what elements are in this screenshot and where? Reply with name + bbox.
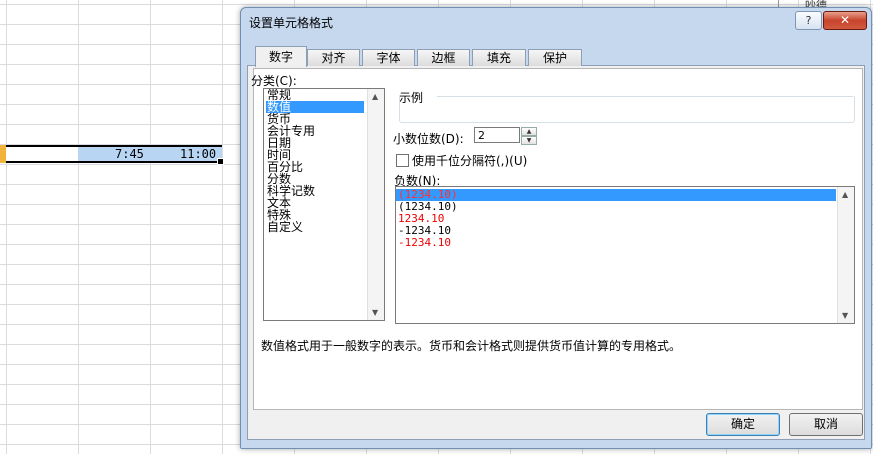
negative-option[interactable]: -1234.10 — [396, 225, 836, 237]
negative-option[interactable]: (1234.10) — [396, 201, 836, 213]
sample-box — [399, 96, 855, 123]
negative-option[interactable]: -1234.10 — [396, 237, 836, 249]
dialog-titlebar[interactable]: 设置单元格格式 ? ✕ — [241, 8, 871, 36]
scroll-up-icon[interactable]: ▲ — [372, 92, 378, 101]
category-scrollbar[interactable]: ▲ ▼ — [367, 89, 384, 320]
scroll-down-icon[interactable]: ▼ — [372, 308, 378, 317]
category-list[interactable]: 常规 数值 货币 会计专用 日期 时间 百分比 分数 科学记数 文本 特殊 自定… — [263, 88, 385, 321]
scroll-down-icon[interactable]: ▼ — [842, 311, 848, 320]
format-description: 数值格式用于一般数字的表示。货币和会计格式则提供货币值计算的专用格式。 — [261, 339, 682, 353]
cell-value-2[interactable]: 11:00 — [180, 147, 216, 161]
dialog-title: 设置单元格格式 — [249, 16, 334, 30]
decimal-places-label: 小数位数(D): — [393, 132, 464, 146]
category-item[interactable]: 自定义 — [266, 221, 364, 233]
selected-row[interactable]: 7:45 11:00 — [0, 145, 224, 165]
fill-handle[interactable] — [217, 158, 224, 165]
tab-border[interactable]: 边框 — [417, 49, 470, 66]
sample-divider — [437, 96, 853, 97]
tab-alignment[interactable]: 对齐 — [307, 49, 360, 66]
tab-fill[interactable]: 填充 — [472, 49, 526, 66]
decimal-places-input[interactable]: 2 — [474, 127, 520, 143]
cancel-button[interactable]: 取消 — [789, 413, 863, 436]
ok-button[interactable]: 确定 — [706, 413, 780, 436]
spin-up-icon[interactable]: ▲ — [521, 127, 537, 136]
thousands-separator-label[interactable]: 使用千位分隔符(,)(U) — [412, 152, 527, 169]
help-button[interactable]: ? — [795, 11, 822, 30]
tab-protection[interactable]: 保护 — [528, 49, 582, 66]
scroll-up-icon[interactable]: ▲ — [842, 190, 848, 199]
tab-font[interactable]: 字体 — [362, 49, 415, 66]
row-indicator — [0, 145, 6, 163]
negative-option[interactable]: 1234.10 — [396, 213, 836, 225]
negative-option-selected[interactable]: (1234.10) — [396, 189, 836, 201]
tab-number[interactable]: 数字 — [255, 46, 307, 67]
format-cells-dialog: 设置单元格格式 ? ✕ 数字 对齐 字体 边框 填充 保护 分类(C): 常规 … — [240, 7, 872, 449]
spin-down-icon[interactable]: ▼ — [521, 136, 537, 145]
category-label: 分类(C): — [251, 74, 297, 88]
negative-list-scrollbar[interactable]: ▲ ▼ — [837, 187, 854, 323]
cell-value-1[interactable]: 7:45 — [115, 147, 144, 161]
close-button[interactable]: ✕ — [823, 11, 867, 30]
decimal-places-spinner[interactable]: ▲ ▼ — [521, 127, 537, 145]
negative-numbers-list[interactable]: (1234.10) (1234.10) 1234.10 -1234.10 -12… — [395, 186, 855, 324]
thousands-separator-checkbox[interactable] — [396, 154, 409, 167]
